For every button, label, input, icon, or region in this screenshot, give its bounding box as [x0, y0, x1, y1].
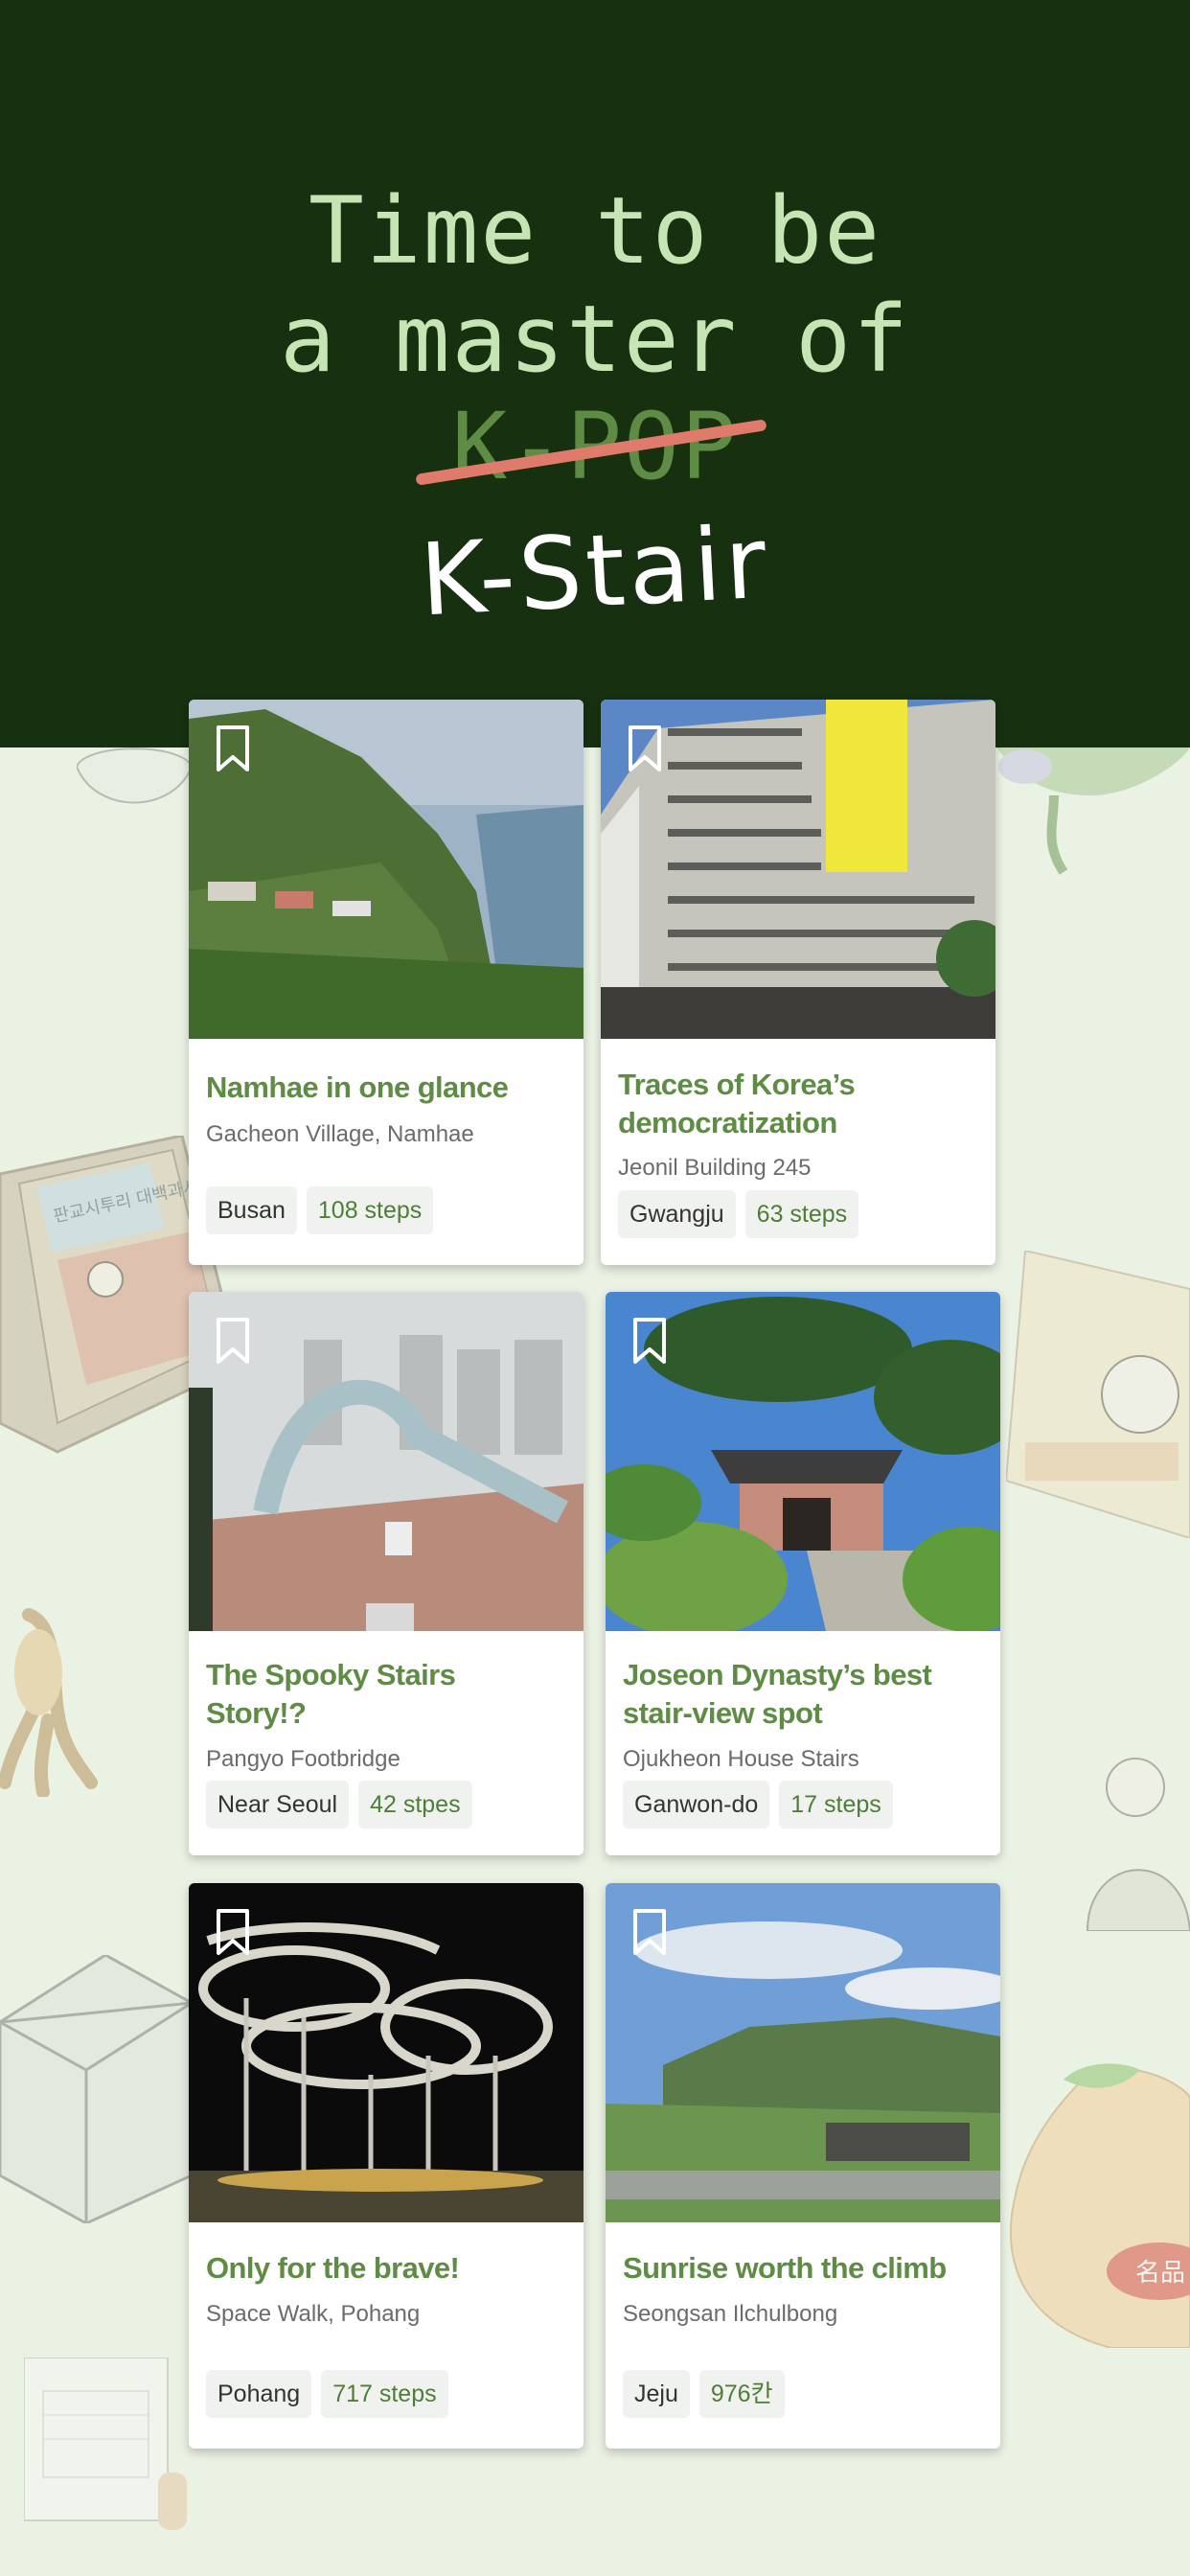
scholar-illustration	[1086, 1758, 1190, 1931]
hero-line-2: a master of	[280, 286, 910, 393]
card-title: The Spooky Stairs Story!?	[206, 1658, 456, 1730]
region-tag: Gwangju	[618, 1190, 736, 1238]
box-illustration	[0, 1955, 192, 2223]
pear-illustration: 名品	[1009, 2063, 1190, 2348]
region-tag: Jeju	[623, 2370, 690, 2418]
bookmark-icon[interactable]	[632, 1908, 667, 1956]
card-illustration-right	[1006, 1251, 1190, 1538]
card-tags: Near Seoul 42 stpes	[206, 1781, 472, 1828]
steps-tag: 108 steps	[306, 1186, 434, 1234]
steps-tag: 63 steps	[744, 1190, 859, 1238]
bookmark-icon[interactable]	[632, 1317, 667, 1365]
card-tags: Pohang 717 steps	[206, 2370, 448, 2418]
bookmark-icon[interactable]	[216, 1908, 250, 1956]
card-location: Ojukheon House Stairs	[623, 1746, 859, 1772]
stair-card-seongsan[interactable]: Sunrise worth the climb Seongsan Ilchulb…	[606, 1883, 1000, 2449]
region-tag: Busan	[206, 1186, 297, 1234]
hero-brand-word: K-Stair	[417, 503, 773, 639]
card-tags: Jeju 976칸	[623, 2370, 785, 2418]
svg-text:名品: 名品	[1135, 2259, 1185, 2288]
card-location: Space Walk, Pohang	[206, 2301, 421, 2327]
card-title: Joseon Dynasty’s best stair-view spot	[623, 1658, 932, 1730]
card-location: Seongsan Ilchulbong	[623, 2301, 838, 2327]
ginseng-illustration	[0, 1608, 98, 1797]
card-title: Sunrise worth the climb	[623, 2251, 947, 2285]
card-tags: Gwangju 63 steps	[618, 1190, 859, 1238]
stair-card-ojukheon[interactable]: Joseon Dynasty’s best stair-view spot Oj…	[606, 1292, 1000, 1855]
card-tags: Busan 108 steps	[206, 1186, 434, 1234]
region-tag: Near Seoul	[206, 1781, 350, 1828]
region-tag: Pohang	[206, 2370, 312, 2418]
steps-tag: 17 steps	[779, 1781, 893, 1828]
card-title: Traces of Korea’s democratization	[618, 1068, 856, 1139]
card-tags: Ganwon-do 17 steps	[623, 1781, 893, 1828]
card-title: Namhae in one glance	[206, 1070, 509, 1104]
document-illustration	[24, 2358, 187, 2530]
card-location: Jeonil Building 245	[618, 1155, 812, 1181]
card-location: Gacheon Village, Namhae	[206, 1121, 474, 1147]
steps-tag: 717 steps	[321, 2370, 448, 2418]
hero-line-1: Time to be	[309, 177, 881, 285]
region-tag: Ganwon-do	[623, 1781, 770, 1828]
leaf-illustration	[996, 748, 1190, 875]
card-location: Pangyo Footbridge	[206, 1746, 400, 1772]
stair-card-namhae[interactable]: Namhae in one glance Gacheon Village, Na…	[189, 700, 584, 1265]
stair-card-pangyo[interactable]: The Spooky Stairs Story!? Pangyo Footbri…	[189, 1292, 584, 1855]
bookmark-icon[interactable]	[628, 724, 662, 772]
bookmark-icon[interactable]	[216, 1317, 250, 1365]
hero-banner: Time to be a master of K-POP K-Stair	[0, 0, 1190, 748]
steps-tag: 42 stpes	[358, 1781, 472, 1828]
stair-card-spacewalk[interactable]: Only for the brave! Space Walk, Pohang P…	[189, 1883, 584, 2449]
stair-card-jeonil[interactable]: Traces of Korea’s democratization Jeonil…	[601, 700, 995, 1265]
card-title: Only for the brave!	[206, 2251, 460, 2285]
pouch-illustration	[77, 748, 192, 804]
bookmark-icon[interactable]	[216, 724, 250, 772]
steps-tag: 976칸	[698, 2370, 785, 2418]
